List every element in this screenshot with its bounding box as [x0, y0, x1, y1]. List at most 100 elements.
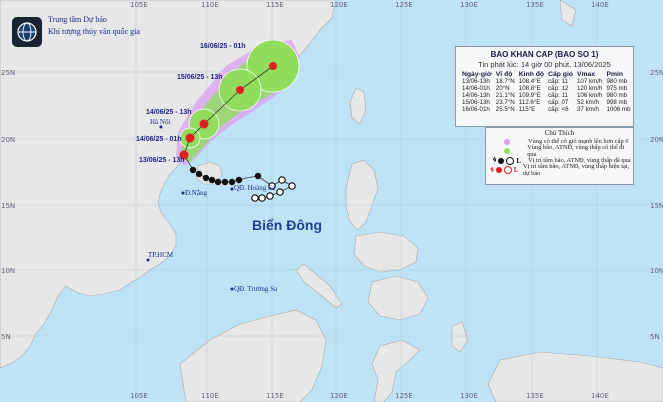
bulletin-cell: 998 mb [606, 99, 628, 106]
latitude-label: 20N [650, 136, 663, 144]
bulletin-cell: 14/06-01h [462, 85, 490, 92]
longitude-label: 135E [526, 1, 544, 9]
time-label-14-06-01h: 14/06/25 - 01h [136, 136, 182, 143]
bulletin-cell: 15/06-13h [462, 99, 490, 106]
philippines-luzon [345, 159, 379, 231]
bulletin-cell: 14/06-13h [462, 92, 490, 99]
low-pressure-ring-icon [503, 166, 512, 175]
bulletin-header: Vĩ độ [495, 71, 513, 78]
time-label-16-06-01h: 16/06/25 - 01h [200, 43, 246, 50]
bulletin-cell: 980 mb [606, 92, 628, 99]
place-hanoi: Hà Nội [150, 118, 171, 126]
agency-name: Trung tâm Dự báo Khí tượng thủy văn quốc… [48, 14, 140, 38]
bulletin-cell: 115°E [518, 106, 536, 113]
latitude-label: 25N [1, 69, 15, 77]
bulletin-cell: 120 km/h [576, 85, 603, 92]
longitude-label: 125E [395, 1, 413, 9]
latitude-label: 5N [650, 333, 660, 341]
new-guinea [487, 351, 663, 402]
bulletin-box: BAO KHAN CAP (BAO SO 1) Tin phát lúc: 14… [455, 46, 634, 127]
agency-line-1: Trung tâm Dự báo [48, 15, 107, 24]
bulletin-cell: 108.8°E [518, 85, 541, 92]
place-danang: Đ.Nẵng [185, 189, 207, 197]
place-hoangsa: QĐ. Hoàng Sa [234, 184, 276, 192]
latitude-label: 15N [650, 202, 663, 210]
time-label-14-06-13h: 14/06/25 - 13h [146, 109, 192, 116]
place-hcm: TP.HCM [148, 251, 174, 259]
bulletin-cell: 106 km/h [576, 92, 603, 99]
bulletin-header-row: Ngày-giờ Vĩ độ Kinh độ Cấp gió Vmax Pmin [460, 71, 633, 78]
philippines-visayas [353, 231, 419, 273]
bulletin-table: Ngày-giờ Vĩ độ Kinh độ Cấp gió Vmax Pmin… [460, 71, 633, 113]
longitude-label: 130E [460, 1, 478, 9]
bulletin-cell: cấp: <6 [548, 106, 569, 113]
agency-line-2: Khí tượng thủy văn quốc gia [48, 27, 140, 36]
philippines-mindanao [367, 275, 429, 321]
sea-label: Biển Đông [252, 217, 322, 233]
latitude-label: 5N [1, 333, 11, 341]
kyushu-island [559, 0, 577, 27]
bulletin-row: 13/06-13h 18.7°N 108.4°E cấp: 11 107 km/h 980… [460, 78, 633, 85]
depression-dot-icon [498, 157, 505, 164]
palawan-island [295, 263, 343, 309]
bulletin-cell: 975 mb [606, 85, 628, 92]
longitude-label: 110E [201, 392, 219, 400]
bulletin-cell: 21.1°N [495, 92, 515, 99]
legend-label: Vùng bão, ATNĐ, vùng thấp có thể đi qua [527, 144, 625, 159]
place-truongsa: QĐ. Trường Sa [234, 285, 278, 293]
longitude-label: 115E [266, 1, 284, 9]
strong-wind-swatch [504, 138, 510, 145]
latitude-label: 15N [1, 202, 15, 210]
bulletin-cell: 37 km/h [576, 106, 599, 113]
bulletin-subtitle: Tin phát lúc: 14 giờ 00 phút, 13/06/2025 [478, 60, 611, 69]
low-pressure-ring-icon [506, 156, 515, 165]
bulletin-cell: 109.9°E [518, 92, 541, 99]
halmahera-island [451, 321, 469, 353]
bulletin-cell: 23.7°N [495, 99, 515, 106]
latitude-label: 10N [1, 267, 15, 275]
latitude-label: 20N [1, 136, 15, 144]
taiwan-island [349, 87, 367, 125]
legend-row-storm-zone: Vùng bão, ATNĐ, vùng thấp có thể đi qua [486, 144, 633, 159]
forecast-position-icons: 🌀︎ L [486, 166, 523, 175]
longitude-label: 120E [330, 1, 348, 9]
bulletin-body: 13/06-13h 18.7°N 108.4°E cấp: 11 107 km/h 980… [460, 78, 633, 113]
bulletin-row: 14/06-13h 21.1°N 109.9°E cấp: 11 106 km/h 980… [460, 92, 633, 99]
longitude-label: 105E [130, 1, 148, 9]
longitude-label: 115E [266, 392, 284, 400]
bulletin-title: BAO KHAN CAP (BAO SO 1) [490, 50, 599, 59]
longitude-label: 120E [330, 392, 348, 400]
legend-row-forecast-positions: 🌀︎ L Vị trí tâm bão, ATNĐ, vùng thấp hiệ… [486, 163, 633, 178]
storm-zone-swatch [503, 148, 510, 155]
bulletin-header: Kinh độ [518, 71, 545, 78]
storm-symbol-icon: 🌀︎ [493, 156, 497, 165]
bulletin-cell: 13/06-13h [462, 78, 490, 85]
legend-label: Vị trí tâm bão, ATNĐ, vùng thấp hiện tại… [522, 163, 630, 178]
longitude-label: 105E [130, 392, 148, 400]
longitude-label: 135E [526, 392, 544, 400]
longitude-label: 130E [460, 392, 478, 400]
longitude-label: 125E [395, 392, 413, 400]
bulletin-row: 15/06-13h 23.7°N 112.6°E cấp: 07 52 km/h 998 … [460, 99, 633, 106]
bulletin-cell: 25.5°N [495, 106, 515, 113]
legend-title: Chú Thích [544, 129, 575, 137]
bulletin-cell: 980 mb [606, 78, 628, 85]
latitude-label: 10N [650, 267, 663, 275]
bulletin-cell: 20°N [495, 85, 510, 92]
bulletin-cell: cấp: 11 [548, 92, 568, 99]
globe-icon [17, 22, 37, 42]
borneo-island [179, 309, 327, 402]
bulletin-cell: 18.7°N [495, 78, 515, 85]
bulletin-cell: 107 km/h [576, 78, 603, 85]
bulletin-header: Cấp gió [548, 71, 573, 78]
longitude-label: 140E [591, 392, 609, 400]
time-label-15-06-13h: 15/06/25 - 13h [177, 74, 223, 81]
low-letter-icon: L [516, 156, 521, 165]
bulletin-row: 16/06-01h 25.5°N 115°E cấp: <6 37 km/h 1006 m… [460, 106, 633, 113]
bulletin-header: Ngày-giờ [462, 71, 492, 78]
bulletin-cell: cấp: 07 [548, 99, 569, 106]
bulletin-cell: 52 km/h [576, 99, 599, 106]
longitude-label: 140E [591, 1, 609, 9]
storm-symbol-icon: 🌀︎ [490, 165, 494, 174]
bulletin-header: Pmin [606, 71, 624, 78]
